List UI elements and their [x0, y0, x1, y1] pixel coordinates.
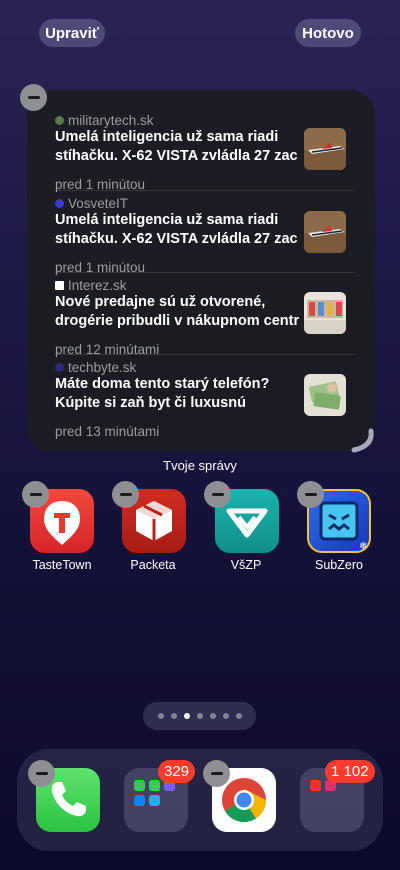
news-source: techbyte.sk: [68, 359, 137, 375]
app-label-subzero: SubZero: [315, 558, 363, 572]
telegram-mini-icon: [149, 795, 160, 806]
messenger-mini-icon: [134, 795, 145, 806]
news-item[interactable]: militarytech.sk Umelá inteligencia už sa…: [55, 112, 345, 192]
page-dot[interactable]: [196, 713, 203, 719]
app-label-packeta: Packeta: [130, 558, 176, 572]
messages-mini-icon: [149, 780, 160, 791]
resize-handle-icon[interactable]: [349, 428, 377, 454]
interez-logo-icon: [55, 280, 64, 290]
vosveteit-logo-icon: [55, 198, 64, 208]
separator: [55, 272, 354, 273]
money-thumbnail: [304, 374, 346, 416]
whatsapp-mini-icon: [134, 780, 145, 791]
youtube-mini-icon: [310, 780, 321, 791]
news-source: militarytech.sk: [68, 112, 154, 128]
page-dot[interactable]: [222, 713, 229, 719]
edit-button[interactable]: Upraviť: [39, 19, 105, 47]
remove-app-button[interactable]: [203, 760, 230, 787]
news-headline: Máte doma tento starý telefón? Kúpite si…: [55, 376, 270, 411]
techbyte-logo-icon: [55, 362, 64, 372]
news-widget[interactable]: militarytech.sk Umelá inteligencia už sa…: [27, 90, 375, 452]
news-headline: Umelá inteligencia už sama riadi stíhačk…: [55, 129, 298, 164]
notification-badge: 329: [158, 760, 196, 783]
widget-label: Tvoje správy: [163, 458, 237, 473]
news-headline: Umelá inteligencia už sama riadi stíhačk…: [55, 212, 298, 247]
jet-thumbnail: [304, 128, 346, 170]
news-item[interactable]: Interez.sk Nové predajne sú už otvorené,…: [55, 277, 345, 357]
svg-text:❄: ❄: [359, 541, 367, 551]
jet-thumbnail: [304, 211, 346, 253]
news-item[interactable]: techbyte.sk Máte doma tento starý telefó…: [55, 359, 345, 439]
remove-app-button[interactable]: [204, 481, 231, 508]
news-headline: Nové predajne sú už otvorené, drogérie p…: [55, 294, 300, 329]
news-source: VosveteIT: [68, 195, 129, 211]
page-dot-active[interactable]: [183, 713, 190, 719]
separator: [55, 354, 354, 355]
store-thumbnail: [304, 292, 346, 334]
page-dot[interactable]: [170, 713, 177, 719]
remove-widget-button[interactable]: [20, 84, 47, 111]
app-label-vszp: VšZP: [230, 558, 262, 572]
news-source: Interez.sk: [68, 277, 127, 293]
news-item[interactable]: VosveteIT Umelá inteligencia už sama ria…: [55, 195, 345, 275]
page-dot[interactable]: [209, 713, 216, 719]
remove-app-button[interactable]: [22, 481, 49, 508]
news-time: pred 13 minútami: [55, 424, 160, 439]
app-label-tastetown: TasteTown: [32, 558, 92, 572]
notification-badge: 1 102: [325, 760, 375, 783]
page-dot[interactable]: [235, 713, 242, 719]
remove-app-button[interactable]: [28, 760, 55, 787]
militarytech-logo-icon: [55, 115, 64, 125]
page-indicator[interactable]: [143, 702, 256, 730]
separator: [55, 190, 354, 191]
done-button[interactable]: Hotovo: [295, 19, 361, 47]
remove-app-button[interactable]: [112, 481, 139, 508]
page-dot[interactable]: [157, 713, 164, 719]
remove-app-button[interactable]: [297, 481, 324, 508]
